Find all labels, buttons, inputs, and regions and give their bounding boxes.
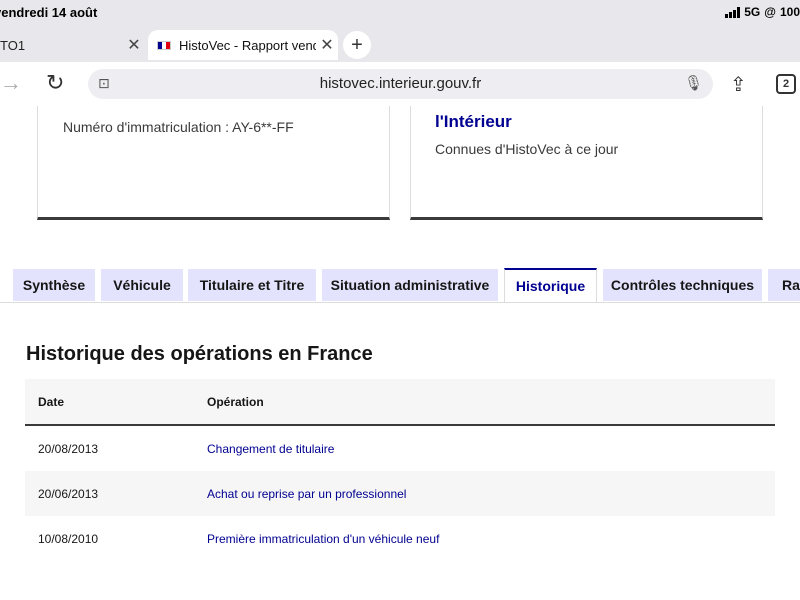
french-flag-icon — [157, 40, 171, 50]
row-date: 10/08/2010 — [38, 531, 99, 546]
row-date: 20/08/2013 — [38, 441, 99, 456]
plus-icon[interactable]: + — [343, 31, 371, 59]
status-bar: vendredi 14 août 5G @ 100 — [0, 0, 800, 28]
page-content: Numéro d'immatriculation : AY-6**-FF l'I… — [0, 106, 800, 600]
tab-vehicule[interactable]: Véhicule — [101, 269, 183, 301]
source-card-title: l'Intérieur — [435, 112, 512, 131]
mic-icon[interactable]: 🎙 — [684, 74, 703, 92]
arrow-right-icon[interactable]: → — [0, 70, 22, 96]
table-row: 20/08/2013 Changement de titulaire — [25, 426, 775, 471]
tab-titulaire[interactable]: Titulaire et Titre — [188, 269, 316, 301]
share-icon[interactable]: ⇪ — [730, 72, 747, 97]
browser-tab-title: HistoVec - Rapport vendeur — [179, 37, 316, 53]
historique-panel: Historique des opérations en France Date… — [0, 302, 800, 600]
browser-tab-2[interactable]: HistoVec - Rapport vendeur ✕ — [148, 30, 338, 60]
plate-number-text: Numéro d'immatriculation : AY-6**-FF — [63, 119, 294, 135]
column-header-date: Date — [38, 394, 65, 409]
status-indicators: 5G @ 100 — [725, 5, 800, 19]
reload-icon[interactable]: ↻ — [46, 70, 64, 96]
browser-tab-strip: TO1 ✕ HistoVec - Rapport vendeur ✕ + — [0, 28, 800, 62]
tab-count-button[interactable]: 2 — [776, 74, 796, 94]
tab-rapport[interactable]: Rapport — [768, 269, 800, 301]
close-icon[interactable]: ✕ — [123, 35, 145, 55]
browser-tab-1[interactable]: TO1 ✕ — [0, 30, 145, 60]
tab-synthese[interactable]: Synthèse — [13, 269, 95, 301]
row-date: 20/06/2013 — [38, 486, 99, 501]
table-header: Date Opération — [25, 379, 775, 426]
tab-controles-techniques[interactable]: Contrôles techniques — [603, 269, 762, 301]
address-bar-row: → ↻ ⊡ histovec.interieur.gouv.fr 🎙 ⇪ 2 — [0, 62, 800, 106]
report-tabs: Synthèse Véhicule Titulaire et Titre Sit… — [0, 268, 800, 302]
source-card-subtitle: Connues d'HistoVec à ce jour — [435, 141, 619, 157]
history-table: Date Opération 20/08/2013 Changement de … — [25, 379, 775, 561]
signal-icon — [725, 6, 741, 18]
browser-tab-title: TO1 — [0, 37, 26, 53]
tab-historique[interactable]: Historique — [504, 268, 597, 302]
section-title: Historique des opérations en France — [26, 343, 373, 365]
tab-situation-administrative[interactable]: Situation administrative — [322, 269, 498, 301]
column-header-operation: Opération — [207, 394, 264, 409]
row-operation: Achat ou reprise par un professionnel — [207, 486, 407, 501]
orientation-lock-icon: @ — [764, 5, 776, 19]
table-row: 10/08/2010 Première immatriculation d'un… — [25, 516, 775, 561]
status-time: vendredi 14 août — [0, 5, 98, 20]
source-card: l'Intérieur Connues d'HistoVec à ce jour — [410, 106, 763, 220]
battery-level: 100 — [779, 5, 800, 19]
url-text: histovec.interieur.gouv.fr — [319, 75, 482, 92]
table-row: 20/06/2013 Achat ou reprise par un profe… — [25, 471, 775, 516]
url-field[interactable]: ⊡ histovec.interieur.gouv.fr 🎙 — [88, 69, 713, 99]
row-operation: Changement de titulaire — [207, 441, 335, 456]
close-icon[interactable]: ✕ — [316, 35, 338, 55]
row-operation: Première immatriculation d'un véhicule n… — [207, 531, 440, 546]
vehicle-card: Numéro d'immatriculation : AY-6**-FF — [37, 106, 390, 220]
network-label: 5G — [744, 5, 761, 19]
